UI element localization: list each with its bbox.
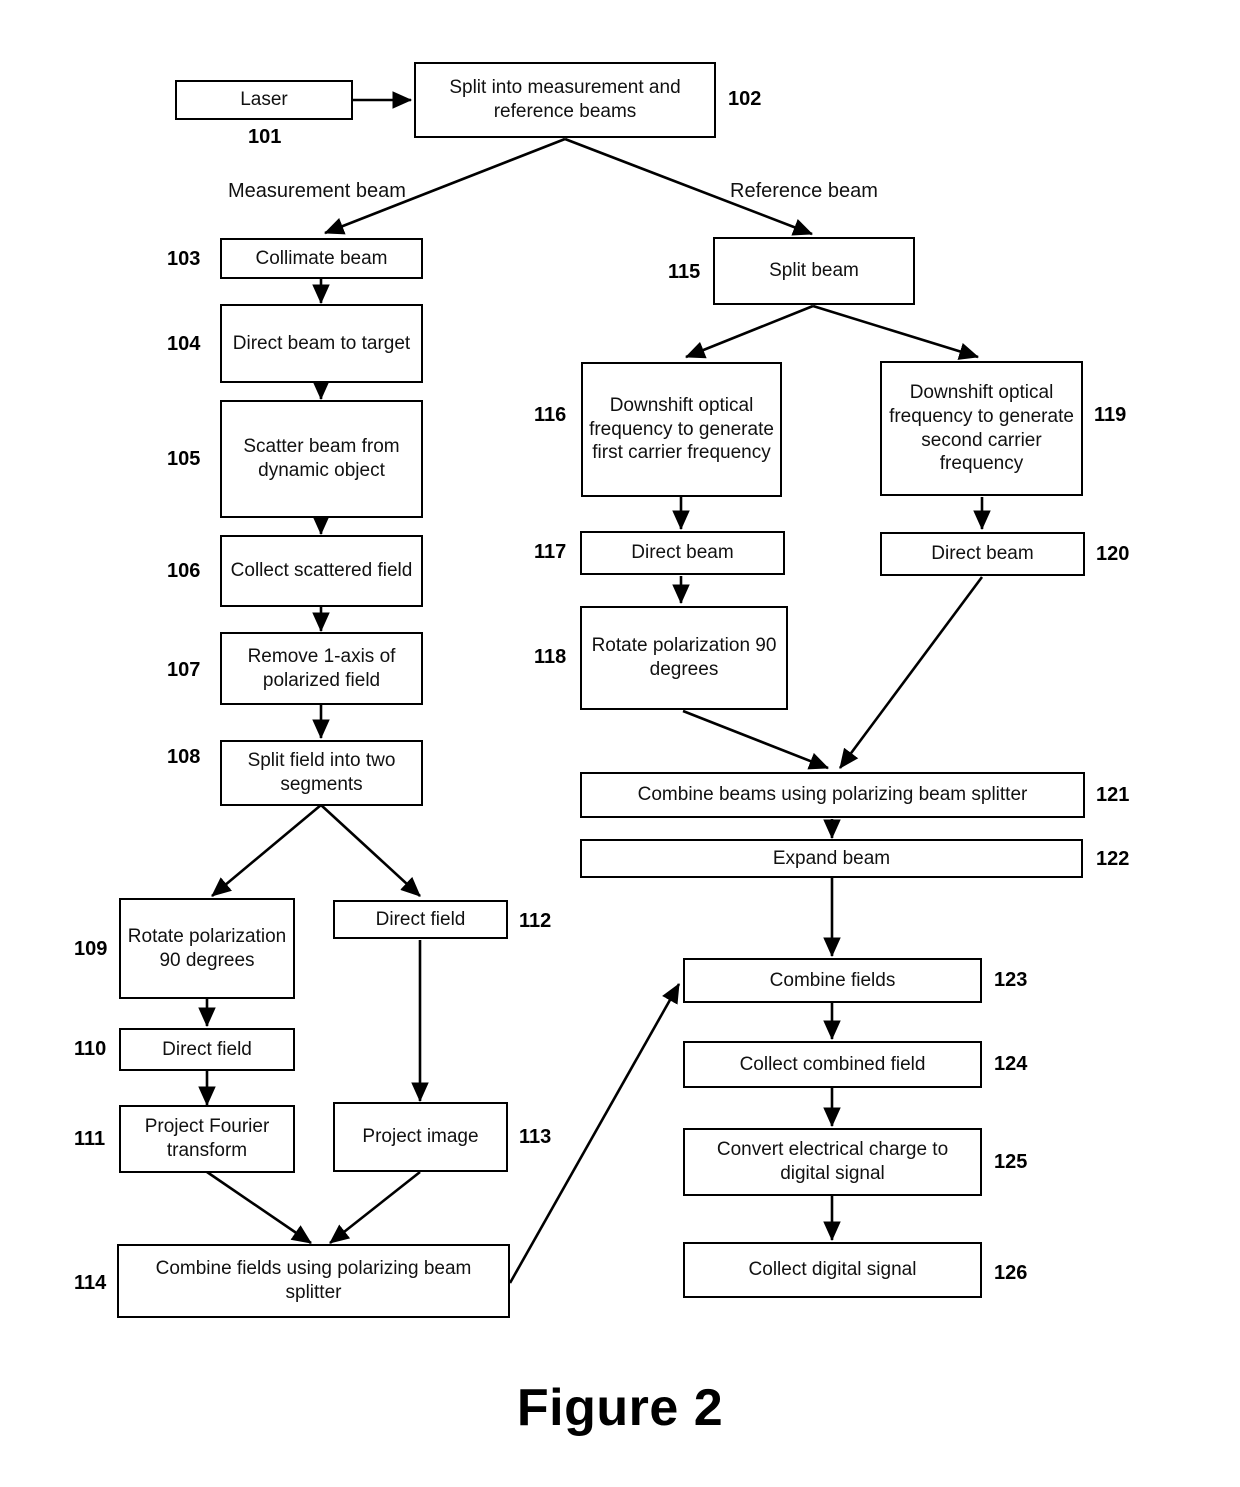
- ref-101: 101: [248, 126, 282, 148]
- node-102-split-beams[interactable]: Split into measurement and reference bea…: [414, 62, 716, 138]
- node-123-combine-fields[interactable]: Combine fields: [683, 958, 982, 1003]
- node-117-label: Direct beam: [631, 542, 734, 564]
- ref-110: 110: [74, 1038, 107, 1060]
- node-116-downshift-first-carrier[interactable]: Downshift optical frequency to generate …: [581, 362, 782, 497]
- ref-104: 104: [167, 333, 201, 355]
- node-118-label: Rotate polarization 90 degrees: [591, 635, 777, 680]
- node-122-label: Expand beam: [772, 847, 891, 869]
- figure-page: Laser 101 Split into measurement and ref…: [0, 0, 1240, 1487]
- ref-115: 115: [668, 261, 701, 283]
- node-115-label: Split beam: [769, 260, 859, 282]
- ref-108: 108: [167, 746, 201, 768]
- node-119-label: Downshift optical frequency to generate …: [889, 381, 1074, 475]
- node-107-remove-axis[interactable]: Remove 1-axis of polarized field: [220, 632, 423, 705]
- ref-111: 111: [74, 1128, 106, 1150]
- node-101-laser[interactable]: Laser: [175, 80, 353, 120]
- node-115-split-beam[interactable]: Split beam: [713, 237, 915, 305]
- ref-102: 102: [728, 88, 762, 110]
- node-117-direct-beam[interactable]: Direct beam: [580, 531, 785, 575]
- node-104-label: Direct beam to target: [232, 332, 411, 354]
- node-120-label: Direct beam: [931, 543, 1034, 565]
- ref-103: 103: [167, 248, 201, 270]
- ref-116: 116: [534, 404, 567, 426]
- node-114-label: Combine fields using polarizing beam spl…: [155, 1258, 472, 1303]
- ref-105: 105: [167, 448, 201, 470]
- node-126-label: Collect digital signal: [748, 1259, 917, 1281]
- edge-label-reference-beam: Reference beam: [730, 180, 878, 202]
- node-126-collect-digital-signal[interactable]: Collect digital signal: [683, 1242, 982, 1298]
- ref-121: 121: [1096, 784, 1130, 806]
- node-112-direct-field[interactable]: Direct field: [333, 900, 508, 939]
- ref-113: 113: [519, 1126, 552, 1148]
- node-125-label: Convert electrical charge to digital sig…: [716, 1139, 949, 1184]
- node-121-label: Combine beams using polarizing beam spli…: [637, 784, 1028, 806]
- node-113-label: Project image: [362, 1126, 479, 1148]
- ref-106: 106: [167, 560, 201, 582]
- node-109-label: Rotate polarization 90 degrees: [127, 925, 287, 971]
- figure-caption: Figure 2: [516, 1379, 724, 1437]
- node-121-combine-beams-pbs[interactable]: Combine beams using polarizing beam spli…: [580, 772, 1085, 818]
- node-118-rotate-polarization[interactable]: Rotate polarization 90 degrees: [580, 606, 788, 710]
- ref-119: 119: [1094, 404, 1127, 426]
- node-103-label: Collimate beam: [255, 247, 388, 269]
- ref-123: 123: [994, 969, 1028, 991]
- node-111-label: Project Fourier transform: [144, 1116, 270, 1161]
- ref-120: 120: [1096, 543, 1130, 565]
- node-112-label: Direct field: [375, 908, 466, 930]
- ref-125: 125: [994, 1151, 1028, 1173]
- node-113-project-image[interactable]: Project image: [333, 1102, 508, 1172]
- node-111-project-fourier-transform[interactable]: Project Fourier transform: [119, 1105, 295, 1173]
- ref-114: 114: [74, 1272, 107, 1294]
- node-110-label: Direct field: [162, 1038, 252, 1060]
- ref-124: 124: [994, 1053, 1028, 1075]
- node-110-direct-field[interactable]: Direct field: [119, 1028, 295, 1071]
- node-124-collect-combined-field[interactable]: Collect combined field: [683, 1041, 982, 1088]
- node-105-scatter-beam[interactable]: Scatter beam from dynamic object: [220, 400, 423, 518]
- node-116-label: Downshift optical frequency to generate …: [589, 394, 774, 464]
- node-103-collimate-beam[interactable]: Collimate beam: [220, 238, 423, 279]
- node-123-label: Combine fields: [769, 969, 896, 991]
- node-102-label: Split into measurement and reference bea…: [449, 77, 681, 122]
- node-124-label: Collect combined field: [739, 1053, 926, 1075]
- node-119-downshift-second-carrier[interactable]: Downshift optical frequency to generate …: [880, 361, 1083, 496]
- node-125-convert-charge-to-digital[interactable]: Convert electrical charge to digital sig…: [683, 1128, 982, 1196]
- node-108-label: Split field into two segments: [247, 750, 396, 795]
- node-122-expand-beam[interactable]: Expand beam: [580, 839, 1083, 878]
- node-109-rotate-polarization[interactable]: Rotate polarization 90 degrees: [119, 898, 295, 999]
- node-101-label: Laser: [240, 89, 288, 111]
- ref-117: 117: [534, 541, 567, 563]
- node-104-direct-beam-to-target[interactable]: Direct beam to target: [220, 304, 423, 383]
- ref-122: 122: [1096, 848, 1130, 870]
- node-105-label: Scatter beam from dynamic object: [243, 436, 400, 481]
- ref-118: 118: [534, 646, 567, 668]
- ref-109: 109: [74, 938, 108, 960]
- ref-112: 112: [519, 910, 552, 932]
- ref-107: 107: [167, 659, 201, 681]
- node-108-split-field[interactable]: Split field into two segments: [220, 740, 423, 806]
- node-107-label: Remove 1-axis of polarized field: [247, 645, 396, 691]
- ref-126: 126: [994, 1262, 1028, 1284]
- node-120-direct-beam[interactable]: Direct beam: [880, 532, 1085, 576]
- node-114-combine-fields-pbs[interactable]: Combine fields using polarizing beam spl…: [117, 1244, 510, 1318]
- node-106-collect-scattered-field[interactable]: Collect scattered field: [220, 535, 423, 607]
- edge-label-measurement-beam: Measurement beam: [228, 180, 406, 202]
- node-106-label: Collect scattered field: [230, 560, 413, 582]
